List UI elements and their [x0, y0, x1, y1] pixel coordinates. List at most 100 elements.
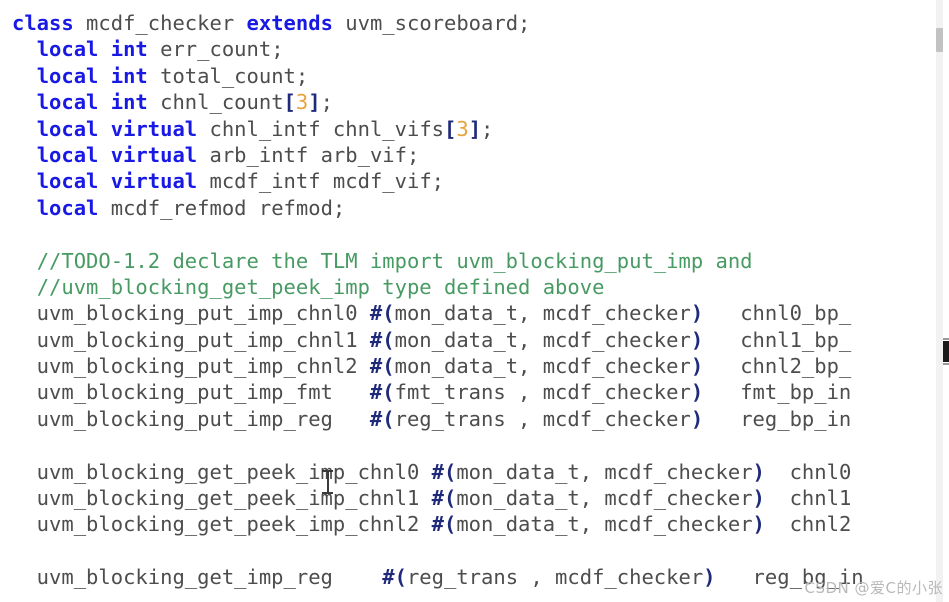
code-token-plain: mon_data_t, mcdf_checker	[456, 459, 753, 484]
code-token-plain: err_count;	[147, 37, 284, 62]
code-line[interactable]	[0, 538, 936, 564]
code-token-punct: )	[703, 565, 716, 590]
code-token-hash: #(	[369, 354, 395, 379]
code-token-plain: reg_bg_in	[715, 565, 864, 590]
editor-right-gutter	[943, 0, 949, 602]
code-token-hash: #(	[369, 406, 395, 431]
code-token-plain: mon_data_t, mcdf_checker	[394, 327, 691, 352]
code-line[interactable]: uvm_blocking_put_imp_chnl1 #(mon_data_t,…	[0, 327, 936, 353]
code-token-plain: fmt_trans , mcdf_checker	[394, 380, 691, 405]
code-token-kw: local	[36, 142, 99, 167]
code-line[interactable]	[0, 221, 936, 247]
code-line[interactable]: local int err_count;	[0, 36, 936, 62]
code-line[interactable]: //TODO-1.2 declare the TLM import uvm_bl…	[0, 248, 936, 274]
vertical-scrollbar-track[interactable]	[936, 0, 943, 602]
code-token-plain: reg_trans , mcdf_checker	[406, 565, 704, 590]
code-token-plain: mon_data_t, mcdf_checker	[456, 512, 753, 537]
code-line[interactable]: //uvm_blocking_get_peek_imp type defined…	[0, 274, 936, 300]
code-token-hash: #(	[431, 486, 457, 511]
code-token-punct: ]	[468, 116, 482, 141]
code-token-plain: reg_trans , mcdf_checker	[394, 406, 691, 431]
offscreen-panel-edge	[943, 341, 949, 362]
code-content-area[interactable]: class mcdf_checker extends uvm_scoreboar…	[0, 0, 936, 602]
code-line[interactable]: local int chnl_count[3];	[0, 89, 936, 115]
code-token-plain: chnl_count	[147, 90, 284, 115]
code-token-plain: uvm_scoreboard;	[332, 11, 531, 35]
code-token-punct: )	[752, 486, 765, 511]
code-line[interactable]: local virtual arb_intf arb_vif;	[0, 142, 936, 168]
code-token-kw: virtual	[110, 169, 198, 194]
code-line[interactable]: uvm_blocking_get_peek_imp_chnl2 #(mon_da…	[0, 511, 936, 537]
code-line[interactable]: uvm_blocking_get_peek_imp_chnl0 #(mon_da…	[0, 459, 936, 485]
code-token-plain: uvm_blocking_get_peek_imp_chnl0	[12, 459, 432, 484]
edge-divider-top	[943, 338, 949, 340]
code-line[interactable]: local virtual mcdf_intf mcdf_vif;	[0, 168, 936, 194]
code-token-kw: local	[36, 195, 99, 220]
vertical-scrollbar-thumb[interactable]	[936, 28, 943, 52]
code-token-plain: mcdf_refmod refmod;	[98, 195, 346, 220]
code-line[interactable]: uvm_blocking_put_imp_fmt #(fmt_trans , m…	[0, 379, 936, 405]
code-token-plain: mcdf_checker	[73, 11, 247, 35]
code-token-plain: reg_bp_in	[703, 406, 852, 431]
code-token-plain: mon_data_t, mcdf_checker	[456, 486, 753, 511]
code-token-num: 3	[295, 90, 309, 115]
code-token-plain: uvm_blocking_get_imp_reg	[12, 565, 383, 590]
code-token-punct: [	[444, 116, 457, 141]
code-token-plain: ;	[481, 116, 494, 141]
code-token-comment: //TODO-1.2 declare the TLM import uvm_bl…	[36, 248, 753, 273]
code-token-hash: #(	[369, 301, 395, 326]
code-token-plain: chnl2_bp_	[703, 354, 852, 379]
code-token-comment: //uvm_blocking_get_peek_imp type defined…	[36, 274, 605, 299]
code-line[interactable]: local virtual chnl_intf chnl_vifs[3];	[0, 116, 936, 142]
code-token-plain: ;	[320, 90, 333, 115]
code-token-kw: local	[36, 90, 99, 115]
code-token-hash: #(	[369, 380, 395, 405]
code-line[interactable]: uvm_blocking_put_imp_reg #(reg_trans , m…	[0, 406, 936, 432]
code-editor[interactable]: class mcdf_checker extends uvm_scoreboar…	[0, 0, 949, 602]
code-token-plain: chnl1	[764, 486, 852, 511]
code-token-punct: )	[690, 380, 704, 405]
code-token-plain: uvm_blocking_put_imp_chnl2	[12, 354, 370, 379]
code-token-plain: chnl1_bp_	[703, 327, 852, 352]
code-token-punct: )	[752, 512, 765, 537]
code-line[interactable]: uvm_blocking_put_imp_chnl2 #(mon_data_t,…	[0, 353, 936, 379]
code-token-kw: extends	[246, 11, 333, 35]
code-line[interactable]: uvm_blocking_get_imp_reg #(reg_trans , m…	[0, 564, 936, 590]
code-line[interactable]: class mcdf_checker extends uvm_scoreboar…	[0, 10, 936, 36]
code-token-hash: #(	[431, 512, 457, 537]
code-token-plain: uvm_blocking_put_imp_chnl0	[12, 301, 370, 326]
code-line[interactable]: uvm_blocking_put_imp_chnl0 #(mon_data_t,…	[0, 300, 936, 326]
code-token-punct: )	[690, 354, 704, 379]
code-line[interactable]	[0, 432, 936, 458]
code-token-plain: mon_data_t, mcdf_checker	[394, 301, 691, 326]
code-token-plain: uvm_blocking_get_peek_imp_chnl2	[12, 512, 432, 537]
code-token-hash: #(	[369, 327, 395, 352]
code-line[interactable]: local mcdf_refmod refmod;	[0, 195, 936, 221]
code-token-plain: total_count;	[147, 63, 309, 88]
code-token-plain: chnl0_bp_	[703, 301, 852, 326]
code-token-kw: local	[36, 116, 99, 141]
code-line[interactable]: uvm_blocking_get_peek_imp_chnl1 #(mon_da…	[0, 485, 936, 511]
code-token-kw: int	[110, 90, 148, 115]
code-token-kw: local	[36, 37, 99, 62]
code-token-plain: arb_intf arb_vif;	[197, 142, 420, 167]
code-line[interactable]: local int total_count;	[0, 63, 936, 89]
code-token-punct: [	[283, 90, 296, 115]
code-token-punct: )	[690, 301, 704, 326]
code-token-plain: uvm_blocking_put_imp_chnl1	[12, 327, 370, 352]
code-token-plain: mcdf_intf mcdf_vif;	[197, 169, 444, 194]
code-token-plain: mon_data_t, mcdf_checker	[394, 354, 691, 379]
